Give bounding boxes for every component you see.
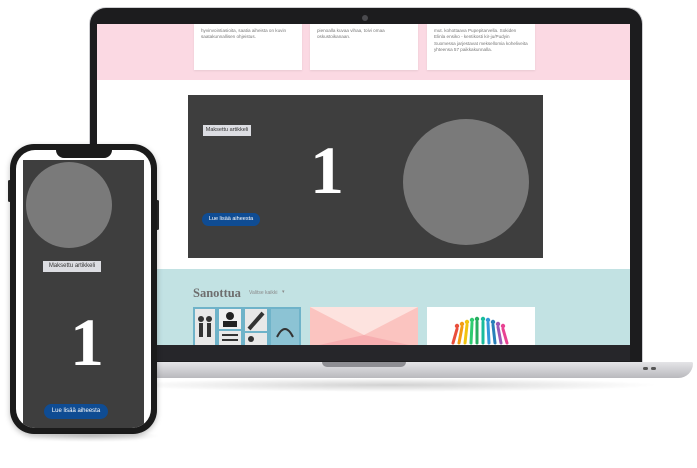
filter-dropdown[interactable]: Valitse kaikki — [249, 290, 278, 296]
laptop-foot — [651, 367, 656, 370]
article-thumbnail[interactable] — [310, 307, 418, 345]
pictogram-image — [193, 307, 301, 345]
article-card[interactable]: hyvinvointiasioita, saatia aiheista on k… — [194, 24, 302, 70]
phone-notch — [56, 150, 112, 158]
laptop-foot — [643, 367, 648, 370]
people-circle-image — [427, 307, 535, 345]
article-card-text: hyvinvointiasioita, saatia aiheista on k… — [201, 28, 287, 40]
article-thumbnail[interactable] — [427, 307, 535, 345]
laptop-bezel — [97, 345, 630, 361]
laptop-opening-notch — [322, 362, 406, 367]
chevron-down-icon[interactable]: ▾ — [282, 289, 285, 295]
article-card[interactable]: pienoalla kuvaa vihaa, toivi omaa oskust… — [310, 24, 418, 70]
article-card-text: pienoalla kuvaa vihaa, toivi omaa oskust… — [317, 28, 385, 40]
paid-article-badge: Maksettu artikkeli — [43, 261, 101, 272]
phone-shadow — [20, 430, 160, 442]
promo-number: 1 — [310, 132, 344, 208]
laptop-camera — [362, 15, 368, 21]
promo-number: 1 — [70, 304, 104, 380]
laptop-screen: hyvinvointiasioita, saatia aiheista on k… — [97, 24, 630, 345]
abstract-pink-image — [310, 307, 418, 345]
read-more-button[interactable]: Lue lisää aiheesta — [44, 404, 108, 419]
promo-image-placeholder — [403, 119, 529, 245]
read-more-button[interactable]: Lue lisää aiheesta — [202, 213, 260, 226]
article-card-text: mut. kohottaava Pupepitarvella. Sokiden … — [434, 28, 528, 53]
paid-article-badge: Maksettu artikkeli — [203, 125, 251, 136]
section-title: Sanottua — [193, 286, 241, 300]
article-thumbnail[interactable] — [193, 307, 301, 345]
promo-image-placeholder — [26, 162, 112, 248]
article-card[interactable]: mut. kohottaava Pupepitarvella. Sokiden … — [427, 24, 535, 70]
laptop-shadow — [120, 378, 660, 392]
